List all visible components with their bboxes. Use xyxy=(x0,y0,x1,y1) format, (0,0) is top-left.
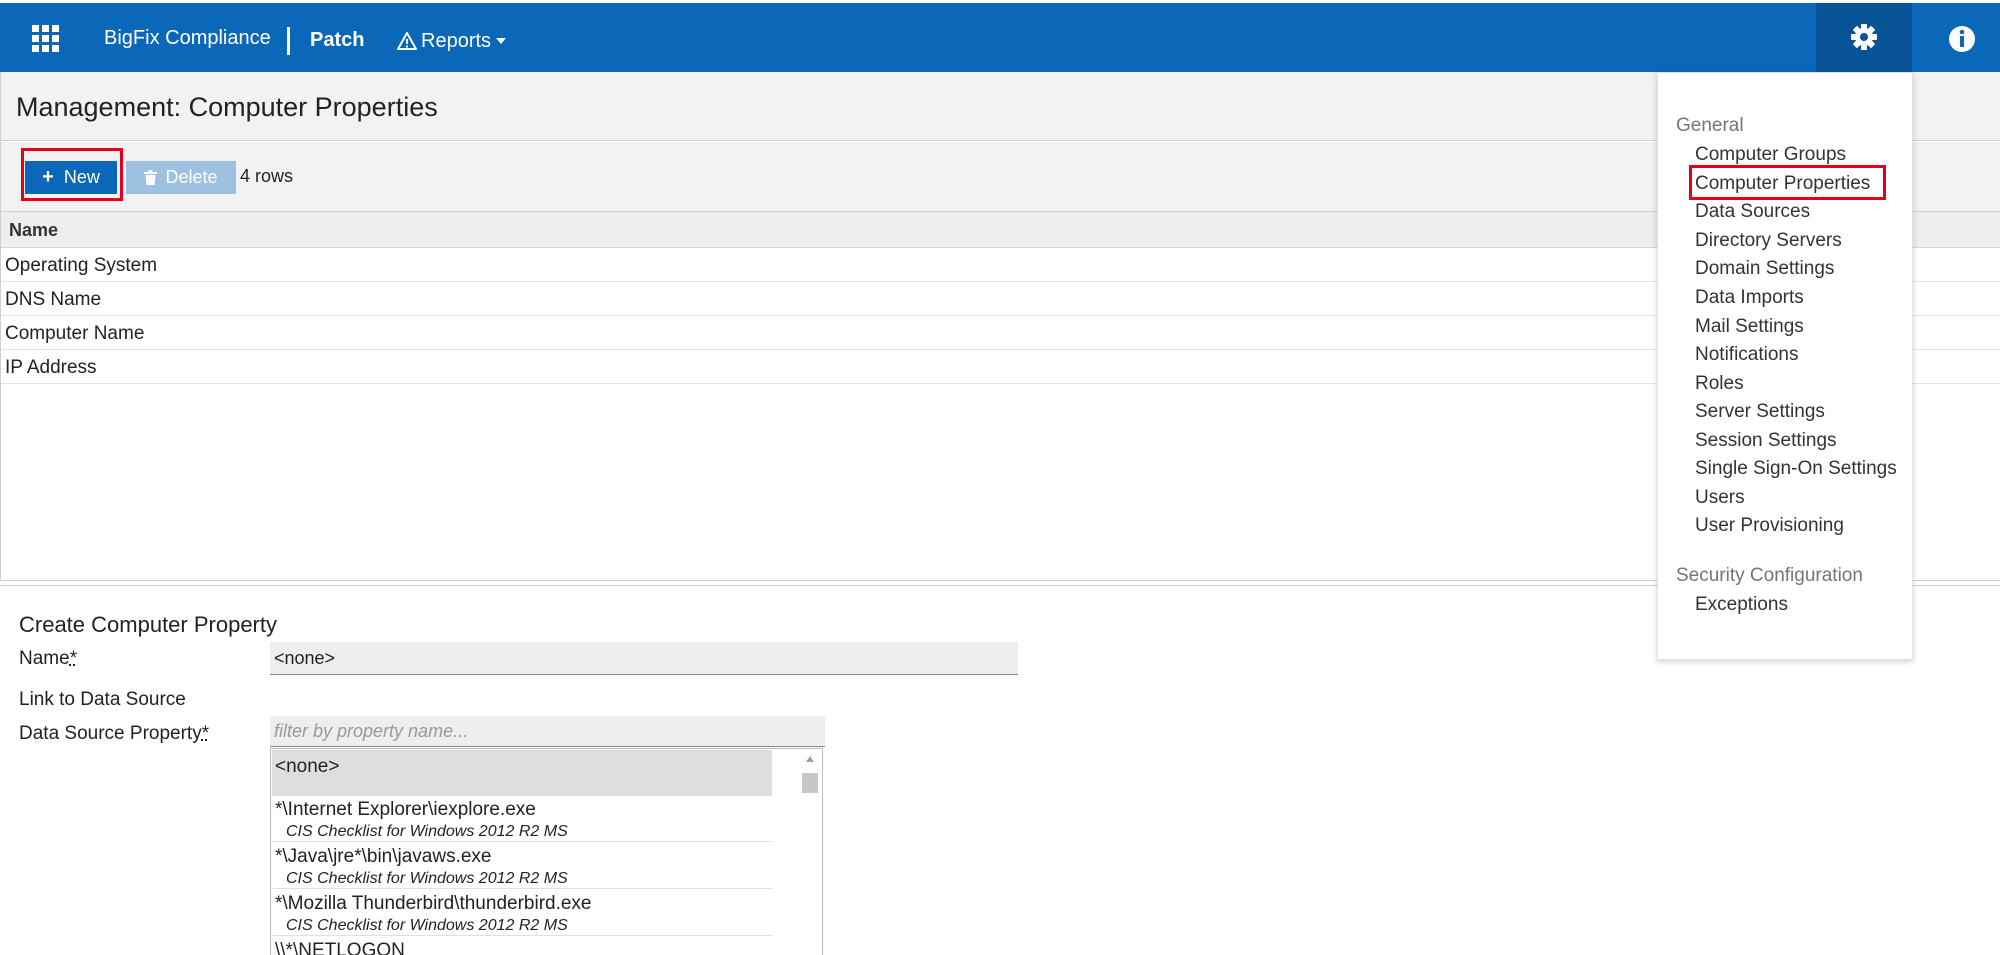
plus-icon: + xyxy=(42,166,54,188)
list-item-label: *\Mozilla Thunderbird\thunderbird.exe xyxy=(275,893,592,914)
list-item[interactable]: \\*\NETLOGON xyxy=(272,937,772,955)
list-item-label: \\*\NETLOGON xyxy=(275,940,405,955)
delete-button[interactable]: Delete xyxy=(126,161,236,194)
table-cell-name: Operating System xyxy=(5,255,158,276)
list-item-selected[interactable]: <none> xyxy=(272,750,772,796)
data-source-property-label-text: Data Source Property xyxy=(19,723,202,744)
menu-item-directory-servers[interactable]: Directory Servers xyxy=(1695,230,1842,252)
menu-item-data-imports[interactable]: Data Imports xyxy=(1695,287,1804,309)
gear-icon xyxy=(1851,24,1877,50)
brand-name[interactable]: BigFix Compliance xyxy=(104,27,271,50)
column-header-name[interactable]: Name xyxy=(9,220,58,241)
menu-item-session-settings[interactable]: Session Settings xyxy=(1695,430,1837,452)
link-to-data-source-label: Link to Data Source xyxy=(19,689,186,710)
list-item-label: *\Internet Explorer\iexplore.exe xyxy=(275,799,536,820)
settings-button[interactable] xyxy=(1816,3,1912,72)
nav-separator xyxy=(287,27,290,55)
list-item[interactable]: *\Java\jre*\bin\javaws.exe CIS Checklist… xyxy=(272,843,772,889)
nav-patch-link[interactable]: Patch xyxy=(310,29,364,52)
list-scrollbar[interactable] xyxy=(799,751,821,955)
table-cell-name: Computer Name xyxy=(5,323,145,344)
list-item-source: CIS Checklist for Windows 2012 R2 MS xyxy=(286,917,568,934)
top-nav-bar: BigFix Compliance Patch Reports xyxy=(0,3,2000,72)
list-item[interactable]: *\Internet Explorer\iexplore.exe CIS Che… xyxy=(272,796,772,842)
apps-grid-icon[interactable] xyxy=(32,25,60,52)
data-source-property-label: Data Source Property* xyxy=(19,723,209,745)
required-marker: * xyxy=(69,648,78,669)
required-marker: * xyxy=(201,723,210,744)
menu-item-data-sources[interactable]: Data Sources xyxy=(1695,201,1810,223)
menu-section-security-configuration: Security Configuration xyxy=(1676,565,1863,586)
table-cell-name: DNS Name xyxy=(5,289,102,310)
new-button-label: New xyxy=(63,167,100,187)
menu-item-mail-settings[interactable]: Mail Settings xyxy=(1695,316,1804,338)
menu-item-user-provisioning[interactable]: User Provisioning xyxy=(1695,515,1844,537)
settings-dropdown-menu: General Computer Groups Computer Propert… xyxy=(1657,72,1913,660)
menu-item-computer-groups[interactable]: Computer Groups xyxy=(1695,144,1846,166)
menu-item-notifications[interactable]: Notifications xyxy=(1695,344,1799,366)
table-cell-name: IP Address xyxy=(5,357,97,378)
scroll-up-arrow-icon[interactable] xyxy=(806,756,814,762)
info-icon[interactable] xyxy=(1948,25,1976,53)
list-item[interactable]: *\Mozilla Thunderbird\thunderbird.exe CI… xyxy=(272,890,772,936)
new-button[interactable]: + New xyxy=(25,161,117,194)
page-title: Management: Computer Properties xyxy=(16,92,438,122)
property-filter-input[interactable] xyxy=(270,716,825,747)
reports-label: Reports xyxy=(421,29,492,52)
menu-section-general: General xyxy=(1676,115,1744,136)
name-field[interactable] xyxy=(270,642,1018,675)
row-count: 4 rows xyxy=(240,166,294,186)
menu-item-highlight xyxy=(1689,165,1886,200)
scroll-thumb[interactable] xyxy=(802,773,818,793)
warning-triangle-icon xyxy=(397,32,417,50)
list-item-label: *\Java\jre*\bin\javaws.exe xyxy=(275,846,492,867)
menu-item-server-settings[interactable]: Server Settings xyxy=(1695,401,1825,423)
list-item-label: <none> xyxy=(275,756,340,777)
reports-menu[interactable]: Reports xyxy=(397,27,507,55)
form-title: Create Computer Property xyxy=(19,612,277,637)
list-item-source: CIS Checklist for Windows 2012 R2 MS xyxy=(286,823,568,840)
delete-button-label: Delete xyxy=(165,167,218,187)
chevron-down-icon xyxy=(496,38,507,44)
menu-item-single-sign-on-settings[interactable]: Single Sign-On Settings xyxy=(1695,458,1897,480)
name-label: Name* xyxy=(19,648,77,670)
data-source-property-list[interactable]: <none> *\Internet Explorer\iexplore.exe … xyxy=(270,748,823,955)
menu-item-roles[interactable]: Roles xyxy=(1695,373,1744,395)
menu-item-users[interactable]: Users xyxy=(1695,487,1745,509)
trash-icon xyxy=(144,170,158,185)
list-item-source: CIS Checklist for Windows 2012 R2 MS xyxy=(286,870,568,887)
menu-item-exceptions[interactable]: Exceptions xyxy=(1695,594,1788,616)
menu-item-domain-settings[interactable]: Domain Settings xyxy=(1695,258,1834,280)
name-label-text: Name xyxy=(19,648,70,669)
